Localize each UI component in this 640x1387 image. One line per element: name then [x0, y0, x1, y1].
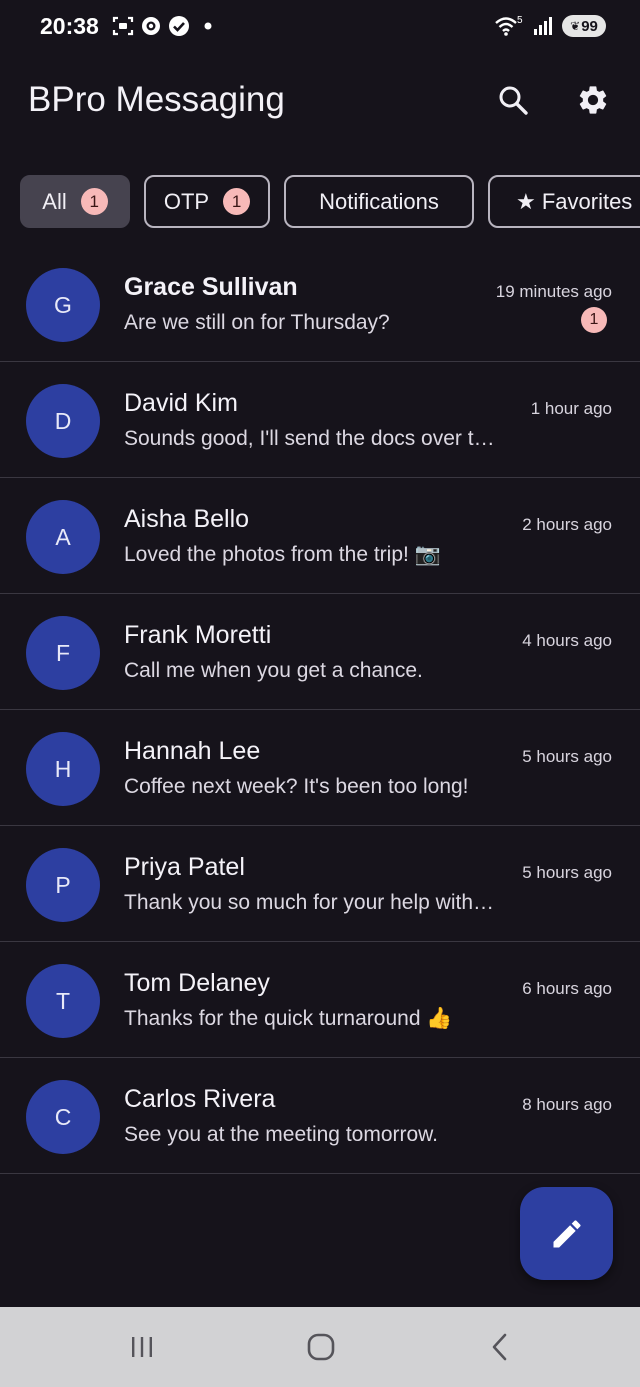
status-time: 20:38: [40, 13, 99, 39]
network-type: 5: [517, 15, 523, 26]
filter-chips: All 1 OTP 1 Notifications ★ Favorites: [20, 175, 640, 228]
battery-leaf-icon: ❦: [570, 19, 581, 33]
home-button[interactable]: [281, 1307, 361, 1387]
message-preview: Coffee next week? It's been too long!: [124, 775, 469, 798]
avatar: G: [26, 268, 100, 342]
message-time: 1 hour ago: [530, 399, 612, 418]
recents-icon: [132, 1337, 152, 1357]
message-preview: Thank you so much for your help with thi…: [124, 891, 499, 914]
message-preview: Are we still on for Thursday?: [124, 311, 390, 334]
screenshot-icon: [112, 16, 134, 36]
message-time: 6 hours ago: [522, 979, 612, 998]
contact-name: Hannah Lee: [124, 737, 261, 765]
message-preview: Sounds good, I'll send the docs over ton…: [124, 427, 499, 450]
recents-button[interactable]: [102, 1307, 182, 1387]
check-circle-icon: [169, 16, 189, 36]
message-time: 8 hours ago: [522, 1095, 612, 1114]
conversation-row[interactable]: P Priya Patel Thank you so much for your…: [0, 826, 640, 942]
message-time: 5 hours ago: [522, 747, 612, 766]
message-preview: Call me when you get a chance.: [124, 659, 423, 682]
search-button[interactable]: [491, 78, 535, 122]
back-button[interactable]: [460, 1307, 540, 1387]
compose-button[interactable]: [520, 1187, 613, 1280]
contact-name: Tom Delaney: [124, 969, 270, 997]
filter-chip-favorites[interactable]: ★ Favorites: [488, 175, 640, 228]
settings-button[interactable]: [571, 78, 615, 122]
message-preview: Thanks for the quick turnaround 👍: [124, 1007, 453, 1030]
message-time: 5 hours ago: [522, 863, 612, 882]
record-icon: [142, 17, 160, 35]
status-right-group: 5 ❦ 99: [494, 13, 606, 39]
conversation-row[interactable]: H Hannah Lee Coffee next week? It's been…: [0, 710, 640, 826]
unread-badge: 1: [581, 307, 607, 333]
contact-name: Aisha Bello: [124, 505, 250, 533]
wifi-icon: 5: [495, 15, 523, 36]
contact-name: Grace Sullivan: [124, 273, 298, 301]
conversation-row[interactable]: C Carlos Rivera See you at the meeting t…: [0, 1058, 640, 1174]
message-time: 4 hours ago: [522, 631, 612, 650]
conversation-list: G Grace Sullivan Are we still on for Thu…: [0, 246, 640, 1174]
chip-label: OTP: [163, 188, 210, 214]
conversation-row[interactable]: G Grace Sullivan Are we still on for Thu…: [0, 246, 640, 362]
contact-name: Priya Patel: [124, 853, 245, 881]
conversation-row[interactable]: A Aisha Bello Loved the photos from the …: [0, 478, 640, 594]
conversation-row[interactable]: D David Kim Sounds good, I'll send the d…: [0, 362, 640, 478]
avatar: F: [26, 616, 100, 690]
filter-chip-notifications[interactable]: Notifications: [284, 175, 474, 228]
chip-label: ★ Favorites: [516, 188, 633, 214]
gear-icon: [579, 86, 607, 114]
system-nav-bar: [0, 1307, 640, 1387]
dot-icon: [204, 22, 212, 30]
avatar: H: [26, 732, 100, 806]
contact-name: Carlos Rivera: [124, 1085, 276, 1113]
conversation-row[interactable]: T Tom Delaney Thanks for the quick turna…: [0, 942, 640, 1058]
battery-icon: ❦ 99: [562, 15, 606, 37]
conversation-row[interactable]: F Frank Moretti Call me when you get a c…: [0, 594, 640, 710]
back-icon: [492, 1333, 507, 1361]
avatar: A: [26, 500, 100, 574]
avatar: P: [26, 848, 100, 922]
chip-badge: 1: [80, 188, 108, 215]
signal-icon: [534, 17, 552, 35]
chip-badge: 1: [223, 188, 251, 215]
message-time: 19 minutes ago: [495, 282, 612, 301]
message-preview: See you at the meeting tomorrow.: [124, 1123, 439, 1146]
filter-chip-otp[interactable]: OTP 1: [144, 175, 270, 228]
chip-label: All: [42, 188, 67, 214]
battery-level: 99: [581, 17, 598, 35]
chip-label: Notifications: [319, 188, 439, 214]
message-time: 2 hours ago: [522, 515, 612, 534]
avatar: C: [26, 1080, 100, 1154]
search-icon: [499, 86, 528, 115]
home-icon: [307, 1333, 335, 1361]
avatar: T: [26, 964, 100, 1038]
status-bar: 20:38 5 ❦ 99: [0, 0, 640, 52]
edit-pencil-icon: [553, 1219, 581, 1247]
avatar: D: [26, 384, 100, 458]
contact-name: David Kim: [124, 389, 238, 417]
contact-name: Frank Moretti: [124, 621, 272, 649]
message-preview: Loved the photos from the trip! 📷: [124, 543, 441, 566]
app-title: BPro Messaging: [28, 80, 285, 119]
filter-chip-all[interactable]: All 1: [20, 175, 130, 228]
